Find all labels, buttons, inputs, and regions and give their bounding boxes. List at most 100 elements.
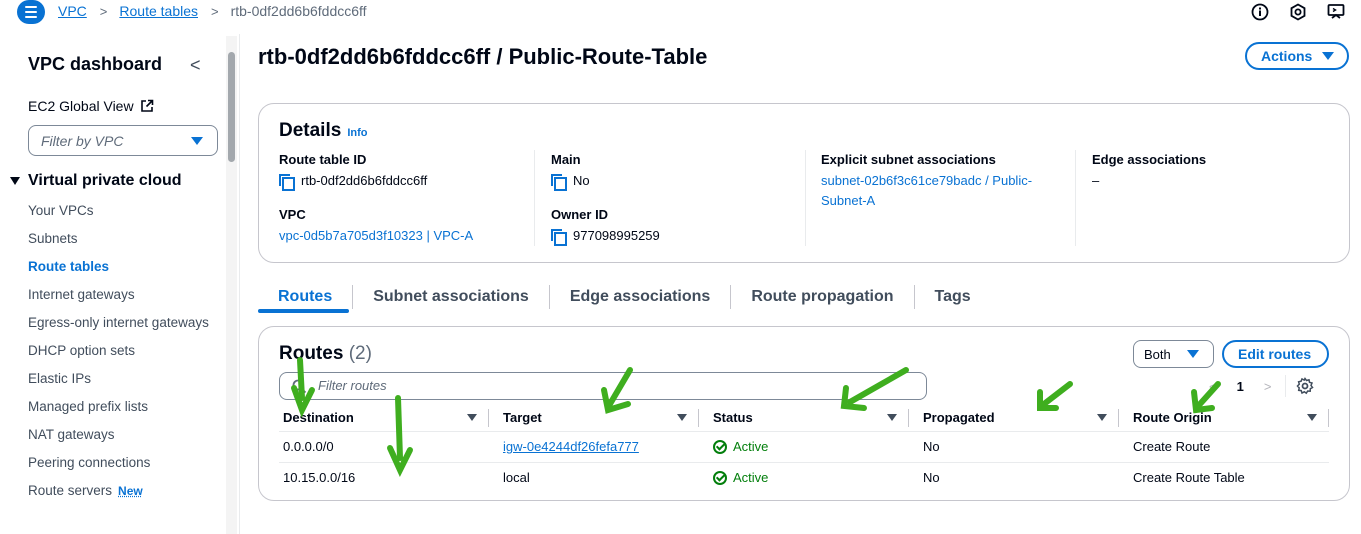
sidebar-item-peering-connections[interactable]: Peering connections: [28, 453, 218, 473]
routes-table: Destination Target Status Propagated Rou…: [279, 405, 1329, 493]
vpc-link[interactable]: vpc-0d5b7a705d3f10323 | VPC-A: [279, 226, 473, 246]
sort-caret-icon[interactable]: [1097, 414, 1107, 421]
edit-routes-button[interactable]: Edit routes: [1222, 340, 1329, 368]
sidebar-title[interactable]: VPC dashboard: [28, 54, 162, 75]
menu-icon[interactable]: [17, 0, 45, 24]
main-value: No: [551, 171, 660, 191]
top-bar: VPC > Route tables > rtb-0df2dd6b6fddcc6…: [0, 0, 1361, 26]
copy-icon[interactable]: [551, 174, 567, 191]
filter-routes-input[interactable]: Filter routes: [279, 372, 927, 400]
main-label: Main: [551, 152, 581, 167]
sort-caret-icon[interactable]: [677, 414, 687, 421]
details-title: Details: [279, 120, 342, 141]
chevron-right-icon: >: [211, 3, 219, 19]
column-header-destination[interactable]: Destination: [279, 405, 489, 432]
sidebar-item-your-vpcs[interactable]: Your VPCs: [28, 201, 218, 221]
breadcrumb-route-tables[interactable]: Route tables: [119, 3, 198, 19]
column-label: Target: [503, 410, 542, 426]
prev-page-icon[interactable]: <: [1209, 379, 1217, 394]
tab-edge-associations[interactable]: Edge associations: [550, 285, 732, 309]
filter-by-vpc-select[interactable]: Filter by VPC: [28, 125, 218, 156]
actions-label: Actions: [1261, 48, 1313, 64]
target-link[interactable]: igw-0e4244df26fefa777: [503, 439, 639, 454]
breadcrumb-vpc[interactable]: VPC: [58, 3, 87, 19]
preferences-gear-icon[interactable]: [1296, 377, 1315, 395]
section-virtual-private-cloud[interactable]: Virtual private cloud: [10, 172, 182, 190]
settings-hex-icon[interactable]: [1289, 3, 1307, 21]
feedback-icon[interactable]: [1327, 3, 1345, 21]
copy-icon[interactable]: [279, 174, 295, 191]
actions-button[interactable]: Actions: [1245, 42, 1349, 70]
sidebar-item-dhcp-option-sets[interactable]: DHCP option sets: [28, 341, 218, 361]
route-filter-select[interactable]: Both: [1133, 340, 1214, 368]
tab-route-propagation[interactable]: Route propagation: [731, 285, 915, 309]
routes-title: Routes: [279, 343, 344, 364]
edge-associations-value: –: [1092, 173, 1100, 188]
column-header-target[interactable]: Target: [489, 405, 699, 432]
tab-routes[interactable]: Routes: [258, 285, 354, 309]
sidebar-item-managed-prefix-lists[interactable]: Managed prefix lists: [28, 397, 218, 417]
status-text: Active: [733, 470, 769, 486]
sort-caret-icon[interactable]: [887, 414, 897, 421]
external-link-icon: [140, 99, 153, 112]
pagination: < 1 >: [1209, 375, 1315, 397]
column-label: Destination: [283, 410, 354, 426]
column-header-status[interactable]: Status: [699, 405, 909, 432]
cell-target: local: [503, 470, 530, 486]
column-header-propagated[interactable]: Propagated: [909, 405, 1119, 432]
check-circle-icon: [713, 439, 727, 454]
route-filter-value: Both: [1144, 346, 1171, 362]
column-divider: [1075, 150, 1076, 246]
sidebar-item-route-servers[interactable]: Route servers New: [28, 481, 218, 501]
info-icon[interactable]: [1251, 3, 1269, 21]
sidebar-nav: Your VPCs Subnets Route tables Internet …: [28, 201, 218, 509]
details-col-3: Explicit subnet associations subnet-02b6…: [821, 152, 1032, 211]
sidebar-item-route-tables[interactable]: Route tables: [28, 257, 218, 277]
owner-id-value: 977098995259: [551, 226, 660, 246]
next-page-icon[interactable]: >: [1264, 379, 1272, 394]
new-badge: New: [118, 484, 143, 498]
details-col-4: Edge associations –: [1092, 152, 1206, 207]
sidebar-scrollbar[interactable]: [228, 52, 235, 162]
chevron-right-icon: >: [99, 3, 108, 19]
status-badge: Active: [713, 470, 905, 485]
tab-tags[interactable]: Tags: [915, 285, 991, 309]
edge-associations-label: Edge associations: [1092, 152, 1207, 167]
explicit-subnet-line-1: subnet-02b6f3c61ce79badc / Public-: [821, 173, 1033, 188]
sidebar-item-egress-only-gateways[interactable]: Egress-only internet gateways: [28, 313, 218, 333]
sidebar-item-subnets[interactable]: Subnets: [28, 229, 218, 249]
cell-route-origin: Create Route Table: [1133, 470, 1245, 486]
explicit-subnet-line-2: Subnet-A: [821, 193, 876, 208]
sort-caret-icon[interactable]: [1307, 414, 1317, 421]
caret-down-icon: [10, 177, 20, 185]
cell-destination: 0.0.0.0/0: [279, 431, 489, 463]
sort-caret-icon[interactable]: [467, 414, 477, 421]
copy-icon[interactable]: [551, 229, 567, 246]
sidebar-item-elastic-ips[interactable]: Elastic IPs: [28, 369, 218, 389]
column-divider: [1328, 409, 1329, 427]
edit-routes-label: Edit routes: [1238, 346, 1312, 362]
ec2-global-view-label: EC2 Global View: [28, 98, 134, 114]
explicit-subnet-label: Explicit subnet associations: [821, 152, 996, 167]
table-row: 10.15.0.0/16 local Active No Create Rout…: [279, 462, 1329, 493]
tab-subnet-associations[interactable]: Subnet associations: [353, 285, 550, 309]
collapse-icon[interactable]: <: [190, 55, 201, 76]
column-header-route-origin[interactable]: Route Origin: [1119, 405, 1329, 432]
owner-id-text: 977098995259: [573, 228, 660, 243]
explicit-subnet-link[interactable]: subnet-02b6f3c61ce79badc / Public- Subne…: [821, 171, 1032, 211]
cell-propagated: No: [923, 470, 940, 486]
ec2-global-view-link[interactable]: EC2 Global View: [28, 98, 154, 114]
caret-down-icon: [191, 137, 203, 145]
sidebar-item-internet-gateways[interactable]: Internet gateways: [28, 285, 218, 305]
owner-id-label: Owner ID: [551, 207, 609, 222]
info-link[interactable]: Info: [347, 127, 367, 139]
breadcrumb: VPC > Route tables > rtb-0df2dd6b6fddcc6…: [58, 3, 367, 19]
search-icon: [292, 379, 307, 394]
filter-by-vpc-placeholder: Filter by VPC: [41, 133, 124, 149]
route-table-id-text: rtb-0df2dd6b6fddcc6ff: [301, 173, 428, 188]
current-page[interactable]: 1: [1237, 379, 1244, 394]
page-title: rtb-0df2dd6b6fddcc6ff / Public-Route-Tab…: [258, 44, 708, 69]
sidebar-item-nat-gateways[interactable]: NAT gateways: [28, 425, 218, 445]
sidebar-item-label: Route servers: [28, 483, 113, 498]
column-divider: [805, 150, 806, 246]
